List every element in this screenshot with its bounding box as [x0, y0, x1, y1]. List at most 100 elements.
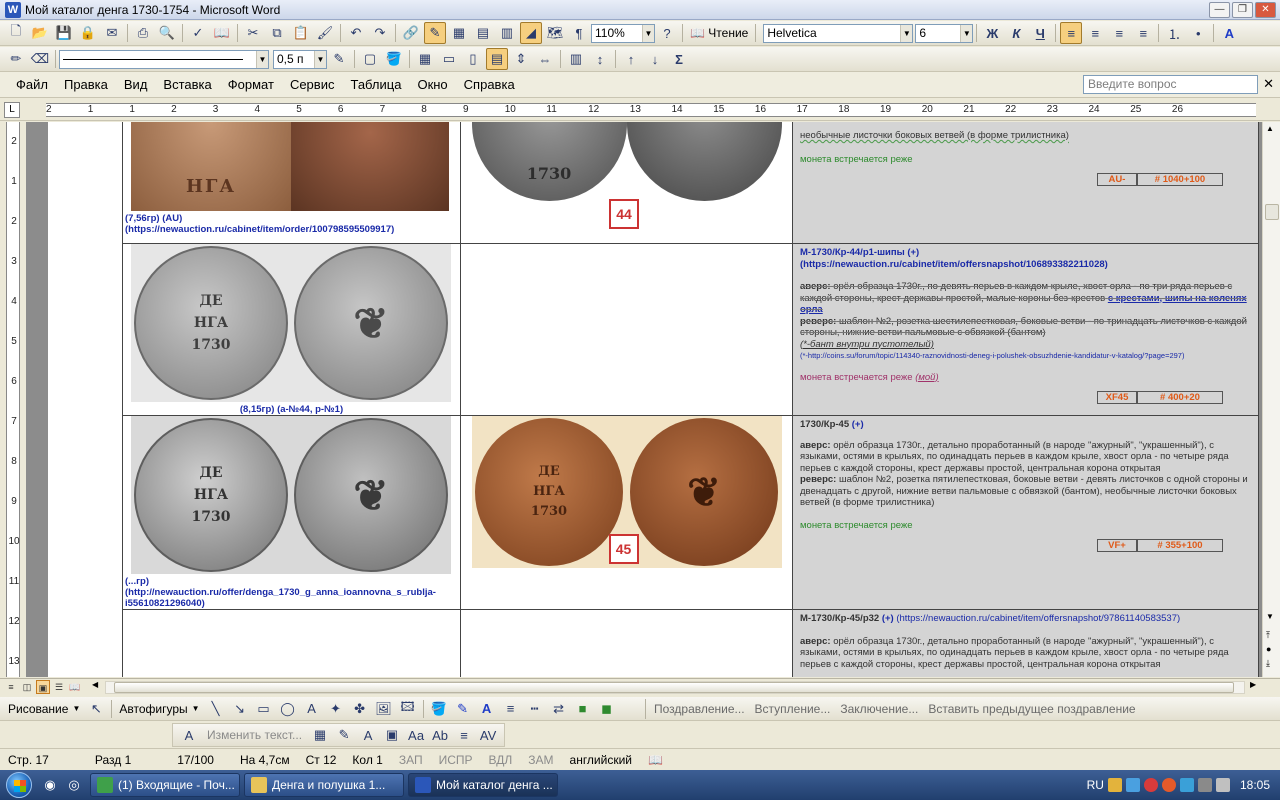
menu-window[interactable]: Окно: [409, 77, 455, 92]
forum-link[interactable]: (*-http://coins.su/forum/topic/114340-ra…: [800, 350, 1251, 362]
status-track[interactable]: ИСПР: [431, 753, 481, 767]
sort-descending-icon[interactable]: ↓: [644, 48, 666, 70]
save-icon[interactable]: 💾: [53, 22, 75, 44]
task-folder[interactable]: Денга и полушка 1...: [244, 773, 404, 797]
source-link[interactable]: (https://newauction.ru/cabinet/item/orde…: [123, 224, 460, 235]
auction-link[interactable]: (https://newauction.ru/cabinet/item/offe…: [896, 613, 1180, 624]
text-wrapping-icon[interactable]: ▣: [381, 724, 403, 746]
clipart-icon[interactable]: 🖼: [373, 698, 395, 720]
language-indicator[interactable]: RU: [1087, 778, 1104, 792]
horizontal-scroll-track[interactable]: [105, 681, 1245, 694]
drawing-font-color-icon[interactable]: A: [476, 698, 498, 720]
auction-link[interactable]: (https://newauction.ru/cabinet/item/offe…: [800, 259, 1251, 271]
alignment-icon[interactable]: ≡: [453, 724, 475, 746]
autoshapes-menu[interactable]: Автофигуры: [115, 702, 191, 716]
previous-page-icon[interactable]: ⤒: [1266, 630, 1270, 641]
menu-view[interactable]: Вид: [116, 77, 156, 92]
tray-app-icon[interactable]: [1125, 778, 1140, 792]
browse-object-icon[interactable]: ●: [1266, 644, 1271, 654]
bulleted-list-icon[interactable]: •: [1187, 22, 1209, 44]
font-color-icon[interactable]: A: [1218, 22, 1240, 44]
redo-icon[interactable]: ↷: [369, 22, 391, 44]
arrow-tool-icon[interactable]: ↘: [229, 698, 251, 720]
wordart-icon[interactable]: ✦: [325, 698, 347, 720]
reading-mode-button[interactable]: 📖 Чтение: [687, 22, 751, 44]
arrow-style-icon[interactable]: ⇄: [548, 698, 570, 720]
menu-insert[interactable]: Вставка: [155, 77, 219, 92]
show-hide-icon[interactable]: ¶: [568, 22, 590, 44]
menu-table[interactable]: Таблица: [342, 77, 409, 92]
task-mail[interactable]: (1) Входящие - Поч...: [90, 773, 240, 797]
scroll-left-icon[interactable]: ◀: [92, 680, 98, 689]
drawing-menu[interactable]: Рисование: [4, 702, 72, 716]
insert-excel-icon[interactable]: ▤: [472, 22, 494, 44]
undo-icon[interactable]: ↶: [345, 22, 367, 44]
variety-plus[interactable]: (+): [852, 419, 864, 430]
start-button[interactable]: [0, 770, 38, 800]
variety-plus[interactable]: (+): [907, 247, 919, 258]
close-button[interactable]: ✕: [1255, 2, 1276, 18]
line-style-icon[interactable]: ≡: [500, 698, 522, 720]
next-page-icon[interactable]: ⤓: [1266, 658, 1270, 669]
line-color-icon[interactable]: ✎: [452, 698, 474, 720]
document-map-icon[interactable]: 🗺: [544, 22, 566, 44]
tray-app-icon[interactable]: [1179, 778, 1194, 792]
cut-icon[interactable]: ✂: [242, 22, 264, 44]
status-extend[interactable]: ВДЛ: [481, 753, 521, 767]
status-language[interactable]: английский: [562, 753, 640, 767]
status-overtype[interactable]: ЗАМ: [520, 753, 561, 767]
outline-view-icon[interactable]: ☰: [52, 680, 66, 694]
menu-format[interactable]: Формат: [220, 77, 282, 92]
outside-border-icon[interactable]: ▢: [359, 48, 381, 70]
distribute-rows-icon[interactable]: ⇕: [510, 48, 532, 70]
quicklaunch-media-icon[interactable]: ◉: [39, 774, 61, 796]
autotext-insert-previous[interactable]: Вставить предыдущее поздравление: [928, 702, 1135, 716]
help-icon[interactable]: ?: [656, 22, 678, 44]
status-record[interactable]: ЗАП: [391, 753, 431, 767]
border-color-icon[interactable]: ✎: [328, 48, 350, 70]
wordart-gallery-icon[interactable]: ▦: [309, 724, 331, 746]
shadow-style-icon[interactable]: ■: [572, 698, 594, 720]
normal-view-icon[interactable]: ≡: [4, 680, 18, 694]
fill-color-icon[interactable]: 🪣: [428, 698, 450, 720]
align-right-icon[interactable]: ≡: [1108, 22, 1130, 44]
insert-wordart-icon[interactable]: A: [178, 724, 200, 746]
justify-icon[interactable]: ≡: [1132, 22, 1154, 44]
oval-tool-icon[interactable]: ◯: [277, 698, 299, 720]
insert-table2-icon[interactable]: ▦: [414, 48, 436, 70]
hyperlink-icon[interactable]: 🔗: [400, 22, 422, 44]
volume-icon[interactable]: [1215, 778, 1230, 792]
autoformat-table-icon[interactable]: ▥: [565, 48, 587, 70]
text-direction-icon[interactable]: ↕: [589, 48, 611, 70]
align-cell-icon[interactable]: ▤: [486, 48, 508, 70]
copy-icon[interactable]: ⧉: [266, 22, 288, 44]
diagram-icon[interactable]: ✤: [349, 698, 371, 720]
bold-button[interactable]: Ж: [981, 22, 1003, 44]
autotext-conclusion[interactable]: Заключение...: [840, 702, 918, 716]
permission-icon[interactable]: 🔒: [77, 22, 99, 44]
italic-button[interactable]: К: [1005, 22, 1027, 44]
align-center-icon[interactable]: ≡: [1084, 22, 1106, 44]
menu-edit[interactable]: Правка: [56, 77, 116, 92]
source-link[interactable]: (...гр) (http://newauction.ru/offer/deng…: [123, 574, 460, 609]
drawing-toggle-icon[interactable]: ◢: [520, 22, 542, 44]
task-word[interactable]: Мой каталог денга ...: [408, 773, 558, 797]
shading-color-icon[interactable]: 🪣: [383, 48, 405, 70]
3d-style-icon[interactable]: ◼: [596, 698, 618, 720]
print-preview-icon[interactable]: 🔍: [156, 22, 178, 44]
vertical-scrollbar[interactable]: ▲ ▼ ⤒ ● ⤓: [1262, 122, 1280, 677]
tab-selector[interactable]: L: [4, 102, 20, 118]
line-style-select[interactable]: ▼: [59, 49, 269, 69]
tray-app-icon[interactable]: [1107, 778, 1122, 792]
scroll-up-icon[interactable]: ▲: [1266, 124, 1274, 133]
menu-help[interactable]: Справка: [456, 77, 523, 92]
format-painter-icon[interactable]: 🖌: [314, 22, 336, 44]
spelling-icon[interactable]: ✓: [187, 22, 209, 44]
network-icon[interactable]: [1197, 778, 1212, 792]
maximize-button[interactable]: ❐: [1232, 2, 1253, 18]
vertical-text-icon[interactable]: Ab: [429, 724, 451, 746]
new-document-icon[interactable]: 🗋: [5, 22, 27, 44]
open-folder-icon[interactable]: 📂: [29, 22, 51, 44]
select-objects-icon[interactable]: ↖: [85, 698, 107, 720]
zoom-select[interactable]: 110% ▼: [591, 23, 655, 43]
